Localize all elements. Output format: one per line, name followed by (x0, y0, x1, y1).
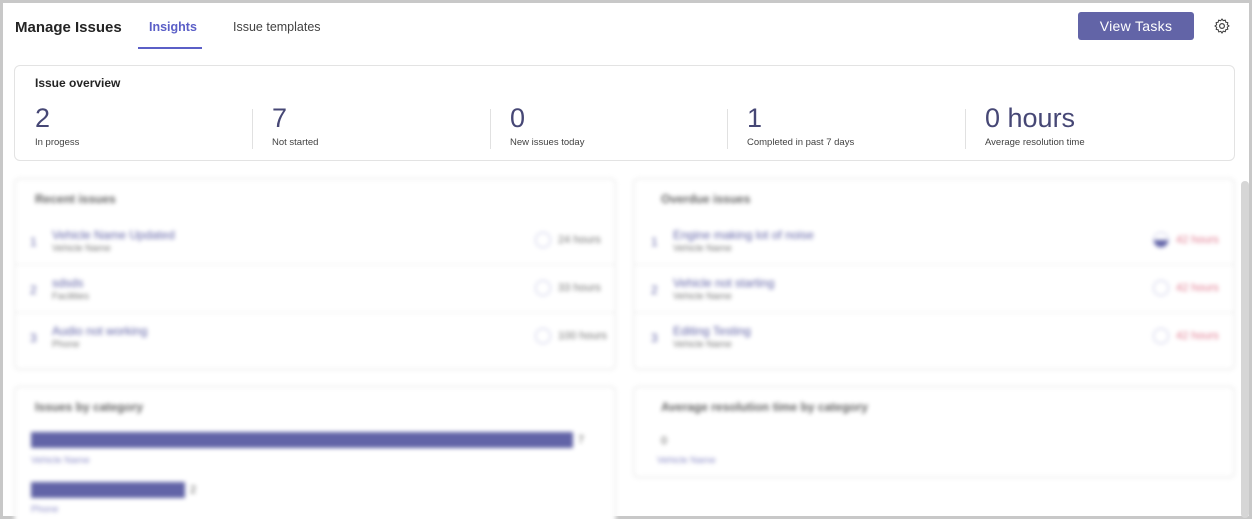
divider (490, 109, 491, 149)
row-index: 1 (30, 235, 37, 249)
overdue-issues-card: Overdue issues 1 Engine making lot of no… (633, 178, 1235, 370)
tab-issue-templates[interactable]: Issue templates (233, 20, 321, 34)
active-tab-indicator (138, 47, 202, 49)
divider (965, 109, 966, 149)
divider (252, 109, 253, 149)
metric-label: Not started (272, 137, 319, 148)
avg-resolution-label: Vehicle Name (657, 455, 716, 466)
bar-value: 2 (190, 484, 197, 496)
avg-resolution-card: Average resolution time by category 0 Ve… (633, 386, 1235, 478)
metric-label: In progess (35, 137, 80, 148)
bar-label: Phone (31, 504, 59, 515)
overdue-issues-title: Overdue issues (661, 192, 751, 206)
category-bar[interactable] (31, 432, 573, 448)
vertical-scrollbar[interactable] (1241, 181, 1249, 518)
tab-insights[interactable]: Insights (149, 20, 197, 34)
issue-category: Vehicle Name (673, 243, 732, 254)
clock-icon (535, 232, 551, 248)
clock-icon (1153, 328, 1169, 344)
issue-overview-card: Issue overview 2 In progess 7 Not starte… (14, 65, 1235, 161)
row-index: 3 (30, 331, 37, 345)
clock-icon (1153, 232, 1169, 248)
issue-hours: 100 hours (558, 330, 607, 342)
clock-icon (1153, 280, 1169, 296)
clock-icon (535, 328, 551, 344)
issue-category: Facilities (52, 291, 89, 302)
metric-label: New issues today (510, 137, 585, 148)
issue-name[interactable]: Audio not working (52, 324, 147, 338)
issue-hours: 33 hours (558, 282, 601, 294)
recent-issues-card: Recent issues 1 Vehicle Name Updated Veh… (14, 178, 616, 370)
issue-hours: 42 hours (1176, 282, 1219, 294)
list-item[interactable]: 3 Editing Testing Vehicle Name 42 hours (634, 315, 1234, 361)
issue-hours: 42 hours (1176, 330, 1219, 342)
top-header: Manage Issues Insights Issue templates V… (3, 3, 1249, 53)
metric-value: 0 (510, 103, 526, 133)
divider (727, 109, 728, 149)
issue-name[interactable]: Engine making lot of noise (673, 228, 814, 242)
clock-icon (535, 280, 551, 296)
row-index: 2 (651, 283, 658, 297)
list-item[interactable]: 1 Engine making lot of noise Vehicle Nam… (634, 219, 1234, 265)
recent-issues-title: Recent issues (35, 192, 116, 206)
category-bar[interactable] (31, 482, 185, 498)
metric-in-progress: 2 In progess (35, 102, 79, 148)
issues-by-category-title: Issues by category (35, 400, 144, 414)
issue-hours: 24 hours (558, 234, 601, 246)
metric-completed-7-days: 1 Completed in past 7 days (747, 102, 854, 148)
list-item[interactable]: 2 sdsds Facilities 33 hours (15, 267, 615, 313)
row-index: 2 (30, 283, 37, 297)
issue-category: Vehicle Name (673, 339, 732, 350)
metric-value: 7 (272, 103, 288, 133)
avg-resolution-title: Average resolution time by category (661, 400, 868, 414)
metric-avg-resolution: 0 hours Average resolution time (985, 102, 1085, 148)
list-item[interactable]: 3 Audio not working Phone 100 hours (15, 315, 615, 361)
metric-value: 1 (747, 103, 763, 133)
issue-hours: 42 hours (1176, 234, 1219, 246)
issue-overview-title: Issue overview (35, 76, 121, 90)
issue-category: Phone (52, 339, 80, 350)
metric-value: 2 (35, 103, 51, 133)
issue-name[interactable]: Vehicle Name Updated (52, 228, 175, 242)
row-index: 3 (651, 331, 658, 345)
metric-label: Completed in past 7 days (747, 137, 855, 148)
metric-not-started: 7 Not started (272, 102, 318, 148)
issue-category: Vehicle Name (52, 243, 111, 254)
metric-label: Average resolution time (985, 137, 1085, 148)
metric-new-issues-today: 0 New issues today (510, 102, 584, 148)
bar-label: Vehicle Name (31, 455, 90, 466)
issue-name[interactable]: Vehicle not starting (673, 276, 774, 290)
issue-name[interactable]: sdsds (52, 276, 83, 290)
issues-by-category-card: Issues by category 7 Vehicle Name 2 Phon… (14, 386, 616, 519)
list-item[interactable]: 1 Vehicle Name Updated Vehicle Name 24 h… (15, 219, 615, 265)
issue-name[interactable]: Editing Testing (673, 324, 751, 338)
issue-category: Vehicle Name (673, 291, 732, 302)
list-item[interactable]: 2 Vehicle not starting Vehicle Name 42 h… (634, 267, 1234, 313)
page-title: Manage Issues (15, 19, 122, 36)
gear-icon[interactable] (1213, 17, 1231, 35)
bar-value: 7 (578, 434, 585, 446)
row-index: 1 (651, 235, 658, 249)
metric-value: 0 hours (985, 103, 1076, 133)
view-tasks-button[interactable]: View Tasks (1078, 12, 1194, 40)
app-window: Manage Issues Insights Issue templates V… (0, 0, 1252, 519)
avg-resolution-value: 0 (661, 435, 668, 447)
